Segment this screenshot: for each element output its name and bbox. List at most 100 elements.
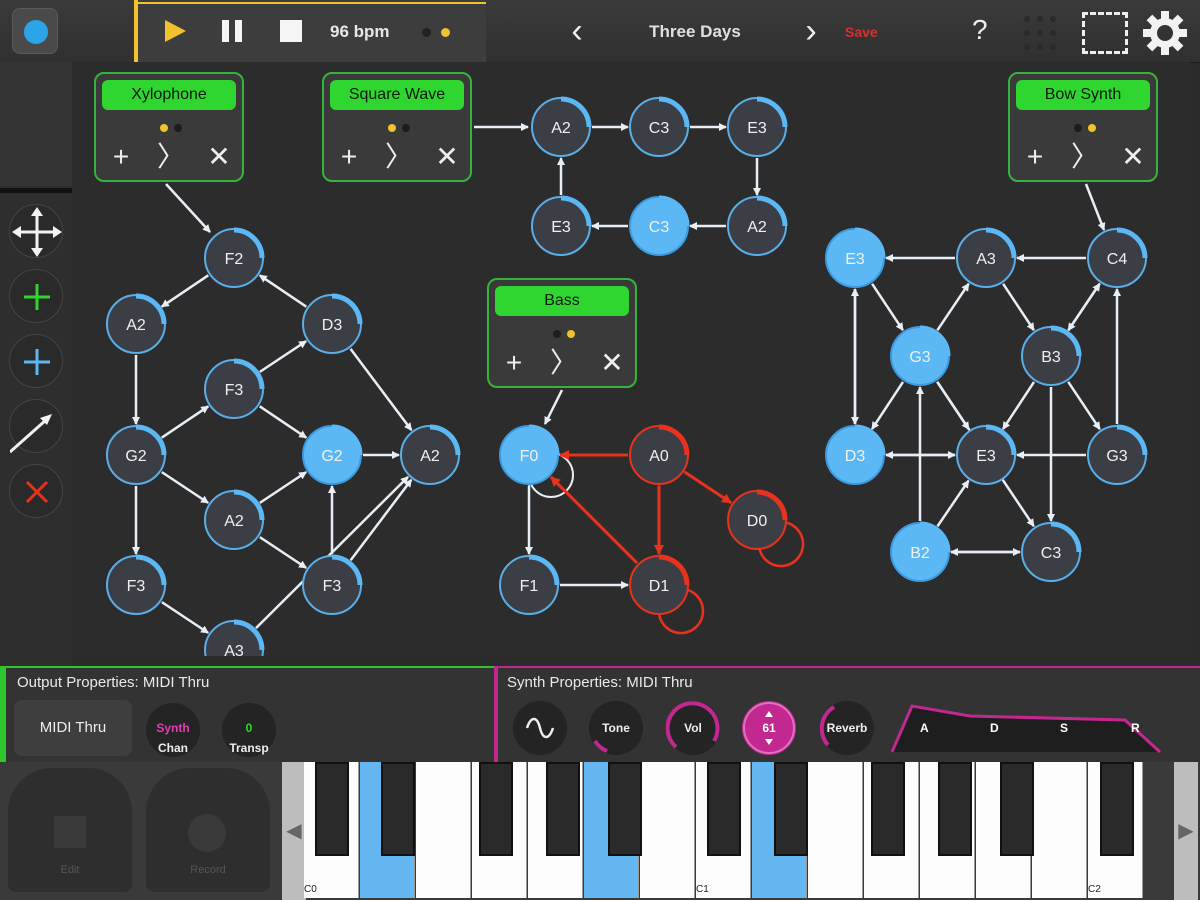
note-edge[interactable] [161, 471, 209, 504]
note-edge[interactable] [161, 405, 210, 439]
note-edge[interactable] [259, 536, 307, 569]
next-button[interactable]: 〉 [156, 142, 186, 172]
note-edge[interactable] [936, 282, 970, 331]
keyboard-scroll-right[interactable]: ▶ [1174, 762, 1198, 900]
instrument-box-bass[interactable]: Bass + 〉 ✕ [487, 278, 637, 388]
adsr-envelope[interactable] [890, 700, 1164, 756]
connect-tool-button[interactable] [9, 399, 63, 454]
volume-knob[interactable]: Vol [666, 701, 720, 755]
app-menu-button[interactable] [12, 8, 58, 54]
add-note-button[interactable]: + [334, 142, 364, 172]
gear-icon[interactable] [1140, 8, 1190, 58]
help-button[interactable]: ? [972, 14, 988, 46]
left-toolbar-header [0, 62, 72, 186]
add-blue-button[interactable] [9, 334, 63, 388]
stop-icon[interactable] [276, 16, 306, 46]
tone-knob[interactable]: Tone [589, 701, 643, 755]
note-edge[interactable] [1002, 283, 1035, 331]
edit-pad[interactable]: Edit [8, 768, 132, 892]
note-edge[interactable] [1067, 381, 1101, 431]
output-device-select[interactable]: MIDI Thru [14, 700, 132, 756]
next-song-button[interactable]: › [796, 14, 826, 48]
add-note-button[interactable]: + [1020, 142, 1050, 172]
instrument-connector[interactable] [1084, 183, 1106, 231]
black-key[interactable] [546, 762, 580, 856]
black-key[interactable] [938, 762, 972, 856]
black-key[interactable] [1000, 762, 1034, 856]
remove-instrument-button[interactable]: ✕ [204, 142, 234, 172]
selection-icon[interactable] [1082, 12, 1128, 54]
note-edge[interactable] [1067, 283, 1101, 332]
note-edge[interactable] [160, 274, 209, 308]
record-label: Record [190, 864, 226, 876]
black-key[interactable] [315, 762, 349, 856]
song-title[interactable]: Three Days [600, 22, 790, 42]
graph-canvas[interactable]: F2 A2 D3 F3 G2 G2 A2 A2 F3 F3 A3 A2 C3 E3 A2 C3 E3 F0 A0 D0… [72, 62, 1190, 656]
instrument-name[interactable]: Bass [495, 286, 629, 316]
keyboard-scroll-left[interactable]: ◀ [282, 762, 306, 900]
black-key[interactable] [707, 762, 741, 856]
note-label: A2 [126, 317, 146, 334]
instrument-box-xylophone[interactable]: Xylophone + 〉 ✕ [94, 72, 244, 182]
note-edge[interactable] [349, 478, 413, 561]
black-key[interactable] [774, 762, 808, 856]
white-key[interactable] [808, 762, 863, 898]
grid-icon[interactable] [1022, 14, 1068, 52]
next-button[interactable]: 〉 [549, 348, 579, 378]
bass-edge[interactable] [549, 475, 639, 565]
pause-icon[interactable] [217, 16, 247, 46]
channel-label: Chan [158, 741, 188, 755]
note-edge[interactable] [936, 479, 970, 528]
channel-knob[interactable]: Synth Chan [146, 703, 200, 757]
add-note-button[interactable]: + [106, 142, 136, 172]
note-edge[interactable] [871, 283, 904, 331]
black-key[interactable] [871, 762, 905, 856]
note-edge[interactable] [258, 274, 307, 308]
play-icon[interactable] [160, 16, 190, 46]
instrument-name[interactable]: Square Wave [330, 80, 464, 110]
add-green-button[interactable] [9, 269, 63, 323]
transpose-value: 0 [245, 721, 253, 735]
note-label: C3 [649, 120, 670, 137]
note-edge[interactable] [161, 601, 209, 634]
note-edge[interactable] [259, 405, 308, 439]
bass-edge[interactable] [674, 462, 732, 505]
instrument-box-square-wave[interactable]: Square Wave + 〉 ✕ [322, 72, 472, 182]
instrument-connector[interactable] [165, 183, 211, 233]
value-stepper[interactable]: 61 [742, 701, 796, 755]
waveform-knob[interactable] [513, 701, 567, 755]
tempo-display[interactable]: 96 bpm [330, 22, 390, 42]
remove-instrument-button[interactable]: ✕ [597, 348, 627, 378]
instrument-box-bow-synth[interactable]: Bow Synth + 〉 ✕ [1008, 72, 1158, 182]
white-key[interactable] [416, 762, 471, 898]
reverb-knob[interactable]: Reverb [820, 701, 874, 755]
black-key[interactable] [1100, 762, 1134, 856]
black-key[interactable] [608, 762, 642, 856]
note-edge[interactable] [349, 348, 413, 431]
note-label: C3 [1041, 545, 1062, 562]
note-edge[interactable] [1001, 381, 1036, 430]
note-edge[interactable] [259, 471, 307, 504]
remove-instrument-button[interactable]: ✕ [432, 142, 462, 172]
instrument-connector[interactable] [543, 389, 564, 425]
prev-song-button[interactable]: ‹ [562, 14, 592, 48]
black-key[interactable] [381, 762, 415, 856]
white-key[interactable] [640, 762, 695, 898]
next-button[interactable]: 〉 [384, 142, 414, 172]
transpose-knob[interactable]: 0 Transp [222, 703, 276, 757]
move-tool-button[interactable] [9, 204, 63, 258]
note-edge[interactable] [870, 381, 905, 430]
edit-square-icon [54, 816, 86, 848]
next-button[interactable]: 〉 [1070, 142, 1100, 172]
instrument-name[interactable]: Xylophone [102, 80, 236, 110]
delete-tool-button[interactable] [9, 464, 63, 518]
remove-instrument-button[interactable]: ✕ [1118, 142, 1148, 172]
instrument-dot-off [553, 330, 561, 338]
save-button[interactable]: Save [845, 24, 878, 40]
instrument-name[interactable]: Bow Synth [1016, 80, 1150, 110]
add-note-button[interactable]: + [499, 348, 529, 378]
white-key[interactable] [1032, 762, 1087, 898]
note-edge[interactable] [259, 340, 307, 373]
record-pad[interactable]: Record [146, 768, 270, 892]
black-key[interactable] [479, 762, 513, 856]
